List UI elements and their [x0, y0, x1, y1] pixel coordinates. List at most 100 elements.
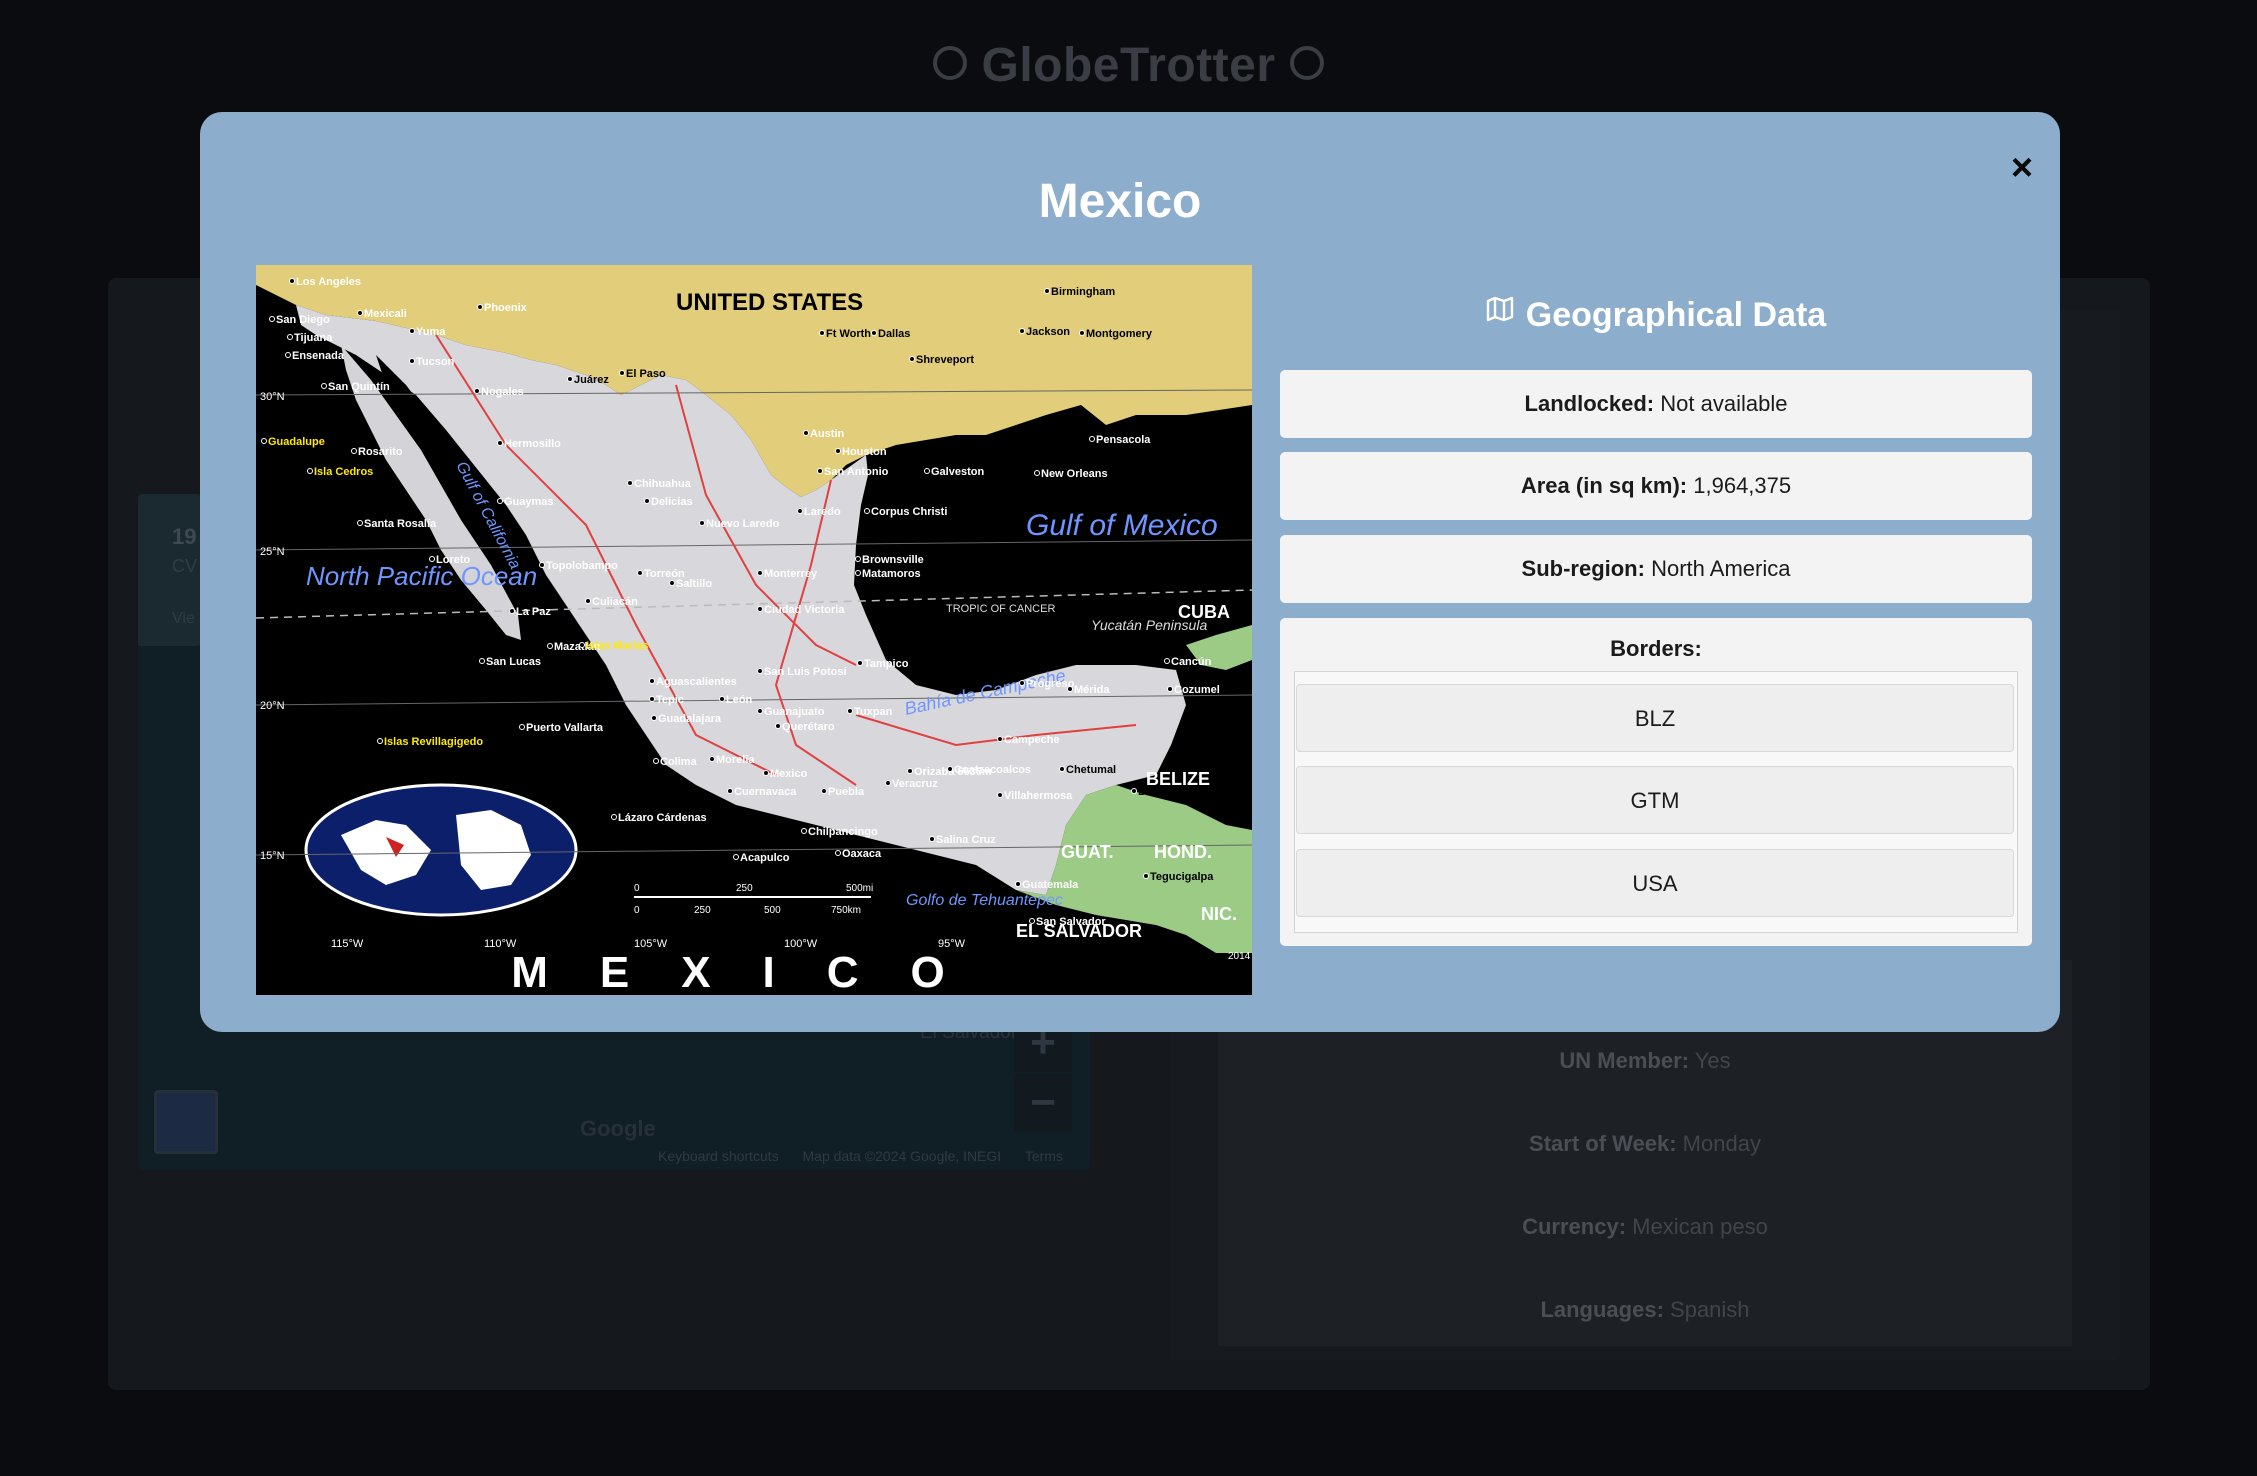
city-label: Acapulco: [740, 852, 790, 864]
city-label: Veracruz: [892, 778, 938, 790]
city-label: Yuma: [416, 326, 446, 338]
city-dot: [801, 828, 807, 834]
scale-label: 500: [764, 905, 781, 916]
globe-inset: [304, 783, 578, 917]
city-dot: [649, 696, 655, 702]
geo-area: Area (in sq km): 1,964,375: [1280, 452, 2032, 520]
city-dot: [579, 642, 585, 648]
city-label: Tegucigalpa: [1150, 871, 1214, 883]
city-label: San Diego: [276, 314, 330, 326]
city-label: Isla Cedros: [314, 466, 373, 478]
city-dot: [871, 330, 877, 336]
city-label: New Orleans: [1041, 468, 1108, 480]
city-label: Puebla: [828, 786, 865, 798]
city-label: Los Angeles: [296, 276, 361, 288]
city-dot: [409, 358, 415, 364]
city-dot: [727, 788, 733, 794]
scale-label: 0: [634, 905, 640, 916]
lat-tick: 20°N: [260, 700, 285, 712]
scale-label: 750km: [831, 905, 861, 916]
city-dot: [269, 316, 275, 322]
city-label: Saltillo: [676, 578, 712, 590]
city-dot: [377, 738, 383, 744]
map-label-hond: HOND.: [1154, 842, 1212, 862]
city-label: Cuernavaca: [734, 786, 797, 798]
city-dot: [817, 468, 823, 474]
map-banner-text: MEXICO: [511, 948, 997, 995]
city-dot: [1167, 686, 1173, 692]
city-dot: [429, 556, 435, 562]
map-label-tropic: TROPIC OF CANCER: [946, 603, 1055, 615]
city-label: Mérida: [1074, 684, 1110, 696]
city-label: Austin: [810, 428, 845, 440]
city-label: El Paso: [626, 368, 666, 380]
country-map-image: MEXICO 2014 UNITED STATES Gulf of Mexico…: [256, 265, 1252, 995]
city-dot: [474, 388, 480, 394]
city-dot: [797, 508, 803, 514]
geo-heading: Geographical Data: [1280, 296, 2032, 337]
scale-label: 250: [694, 905, 711, 916]
city-label: Colima: [660, 756, 698, 768]
city-label: Juárez: [574, 374, 609, 386]
city-dot: [669, 580, 675, 586]
city-label: Chetumal: [1066, 764, 1116, 776]
city-label: Nogales: [481, 386, 524, 398]
city-label: Jackson: [1026, 326, 1070, 338]
city-dot: [775, 723, 781, 729]
city-dot: [519, 724, 525, 730]
city-dot: [547, 643, 553, 649]
city-dot: [585, 598, 591, 604]
lon-tick: 105°W: [634, 938, 668, 950]
city-dot: [929, 836, 935, 842]
city-dot: [1059, 766, 1065, 772]
city-dot: [651, 715, 657, 721]
border-button-usa[interactable]: USA: [1296, 849, 2014, 917]
city-dot: [409, 328, 415, 334]
city-dot: [857, 660, 863, 666]
city-dot: [699, 520, 705, 526]
city-label: Galveston: [931, 466, 984, 478]
scale-label: 0: [634, 883, 640, 894]
city-dot: [509, 608, 515, 614]
city-label: Aguascalientes: [656, 676, 737, 688]
city-label: Tampico: [864, 658, 909, 670]
city-label: Puerto Vallarta: [526, 722, 604, 734]
city-dot: [709, 756, 715, 762]
city-dot: [479, 658, 485, 664]
city-dot: [357, 310, 363, 316]
city-label: Ensenada: [292, 350, 345, 362]
city-label: Querétaro: [782, 721, 835, 733]
city-label: Montgomery: [1086, 328, 1153, 340]
border-button-blz[interactable]: BLZ: [1296, 684, 2014, 752]
city-dot: [1019, 680, 1025, 686]
country-name: Mexico: [1038, 175, 1202, 228]
city-dot: [864, 508, 870, 514]
map-label-nic: NIC.: [1201, 904, 1237, 924]
city-label: San Salvador: [1036, 916, 1106, 928]
city-dot: [997, 736, 1003, 742]
city-dot: [497, 440, 503, 446]
lat-tick: 25°N: [260, 546, 285, 558]
city-label: Culiacán: [592, 596, 638, 608]
city-dot: [947, 766, 953, 772]
city-dot: [909, 356, 915, 362]
city-label: Shreveport: [916, 354, 974, 366]
city-dot: [757, 668, 763, 674]
city-label: León: [726, 694, 753, 706]
border-button-gtm[interactable]: GTM: [1296, 766, 2014, 834]
city-label: Villahermosa: [1004, 790, 1073, 802]
city-label: Pensacola: [1096, 434, 1151, 446]
city-dot: [627, 480, 633, 486]
map-label-gulf: Gulf of Mexico: [1026, 509, 1218, 542]
city-label: Guadalupe: [268, 436, 325, 448]
city-dot: [611, 814, 617, 820]
city-label: Cozumel: [1174, 684, 1220, 696]
city-dot: [351, 448, 357, 454]
city-dot: [1019, 328, 1025, 334]
lat-tick: 30°N: [260, 391, 285, 403]
map-label-usa: UNITED STATES: [676, 289, 863, 316]
city-label: Houston: [842, 446, 887, 458]
map-label-cuba: CUBA: [1178, 602, 1230, 622]
city-dot: [1034, 470, 1040, 476]
city-dot: [803, 430, 809, 436]
